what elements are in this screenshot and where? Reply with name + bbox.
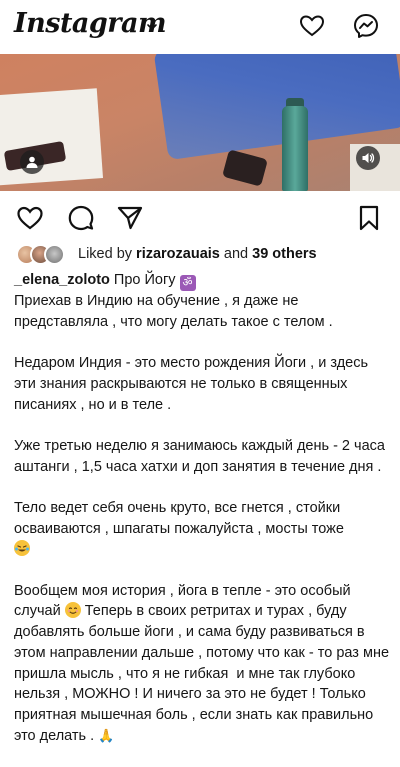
caption-author[interactable]: _elena_zoloto	[14, 272, 110, 288]
avatar	[44, 244, 65, 265]
top-bar: Instagram	[0, 0, 400, 54]
caption-paragraph-4-text: Тело ведет себя очень круто, все гнется …	[14, 499, 345, 537]
likes-summary[interactable]: Liked by rizarozauais and 39 others	[16, 244, 386, 266]
volume-button[interactable]	[356, 146, 380, 170]
heart-icon[interactable]	[298, 12, 326, 40]
caption-spacer	[14, 415, 392, 436]
laughing-emoji-icon	[14, 540, 30, 557]
smiling-emoji-icon	[64, 602, 81, 619]
post-caption: _elena_zoloto Про Йогу ॐ Приехав в Индию…	[14, 270, 392, 747]
likes-and: and	[219, 246, 253, 262]
caption-spacer	[14, 560, 392, 581]
post-media[interactable]	[0, 54, 400, 191]
app-logo[interactable]: Instagram	[14, 8, 167, 39]
likes-others[interactable]: 39 others	[252, 246, 316, 262]
likes-prefix: Liked by	[78, 246, 137, 262]
caption-title: Про Йогу	[109, 272, 180, 288]
caption-first-line: _elena_zoloto Про Йогу ॐ	[14, 270, 392, 291]
caption-paragraph-4: Тело ведет себя очень круто, все гнется …	[14, 498, 392, 560]
media-scene-phone	[222, 149, 268, 187]
caption-paragraph-5b: Теперь в своих ретритах и турах , буду д…	[14, 603, 394, 744]
caption-spacer	[14, 332, 392, 353]
media-scene-bottle	[282, 106, 308, 191]
caption-paragraph-3: Уже третью неделю я занимаюсь каждый ден…	[14, 437, 389, 475]
caption-spacer	[14, 477, 392, 498]
messenger-icon[interactable]	[352, 12, 380, 40]
volume-icon	[362, 153, 375, 163]
caption-paragraph-2: Недаром Индия - это место рождения Йоги …	[14, 355, 373, 413]
post-actions	[0, 200, 400, 234]
likes-text: Liked by rizarozauais and 39 others	[78, 246, 317, 262]
liker-avatars	[16, 244, 72, 266]
media-scene-paper	[0, 88, 104, 186]
user-tag-button[interactable]	[20, 150, 44, 174]
liked-by-user[interactable]: rizarozauais	[136, 246, 220, 262]
comment-icon[interactable]	[67, 204, 95, 232]
caption-paragraph-5: Вообщем моя история , йога в тепле - это…	[14, 581, 392, 748]
om-emoji-icon: ॐ	[179, 275, 196, 291]
user-tag-icon	[26, 156, 38, 168]
chevron-down-icon[interactable]	[145, 20, 159, 34]
share-icon[interactable]	[116, 204, 144, 232]
caption-paragraph-1: Приехав в Индию на обучение , я даже не …	[14, 293, 333, 330]
like-icon[interactable]	[16, 204, 44, 232]
save-icon[interactable]	[355, 204, 383, 232]
praying-hands-emoji-icon: 🙏	[98, 728, 115, 744]
